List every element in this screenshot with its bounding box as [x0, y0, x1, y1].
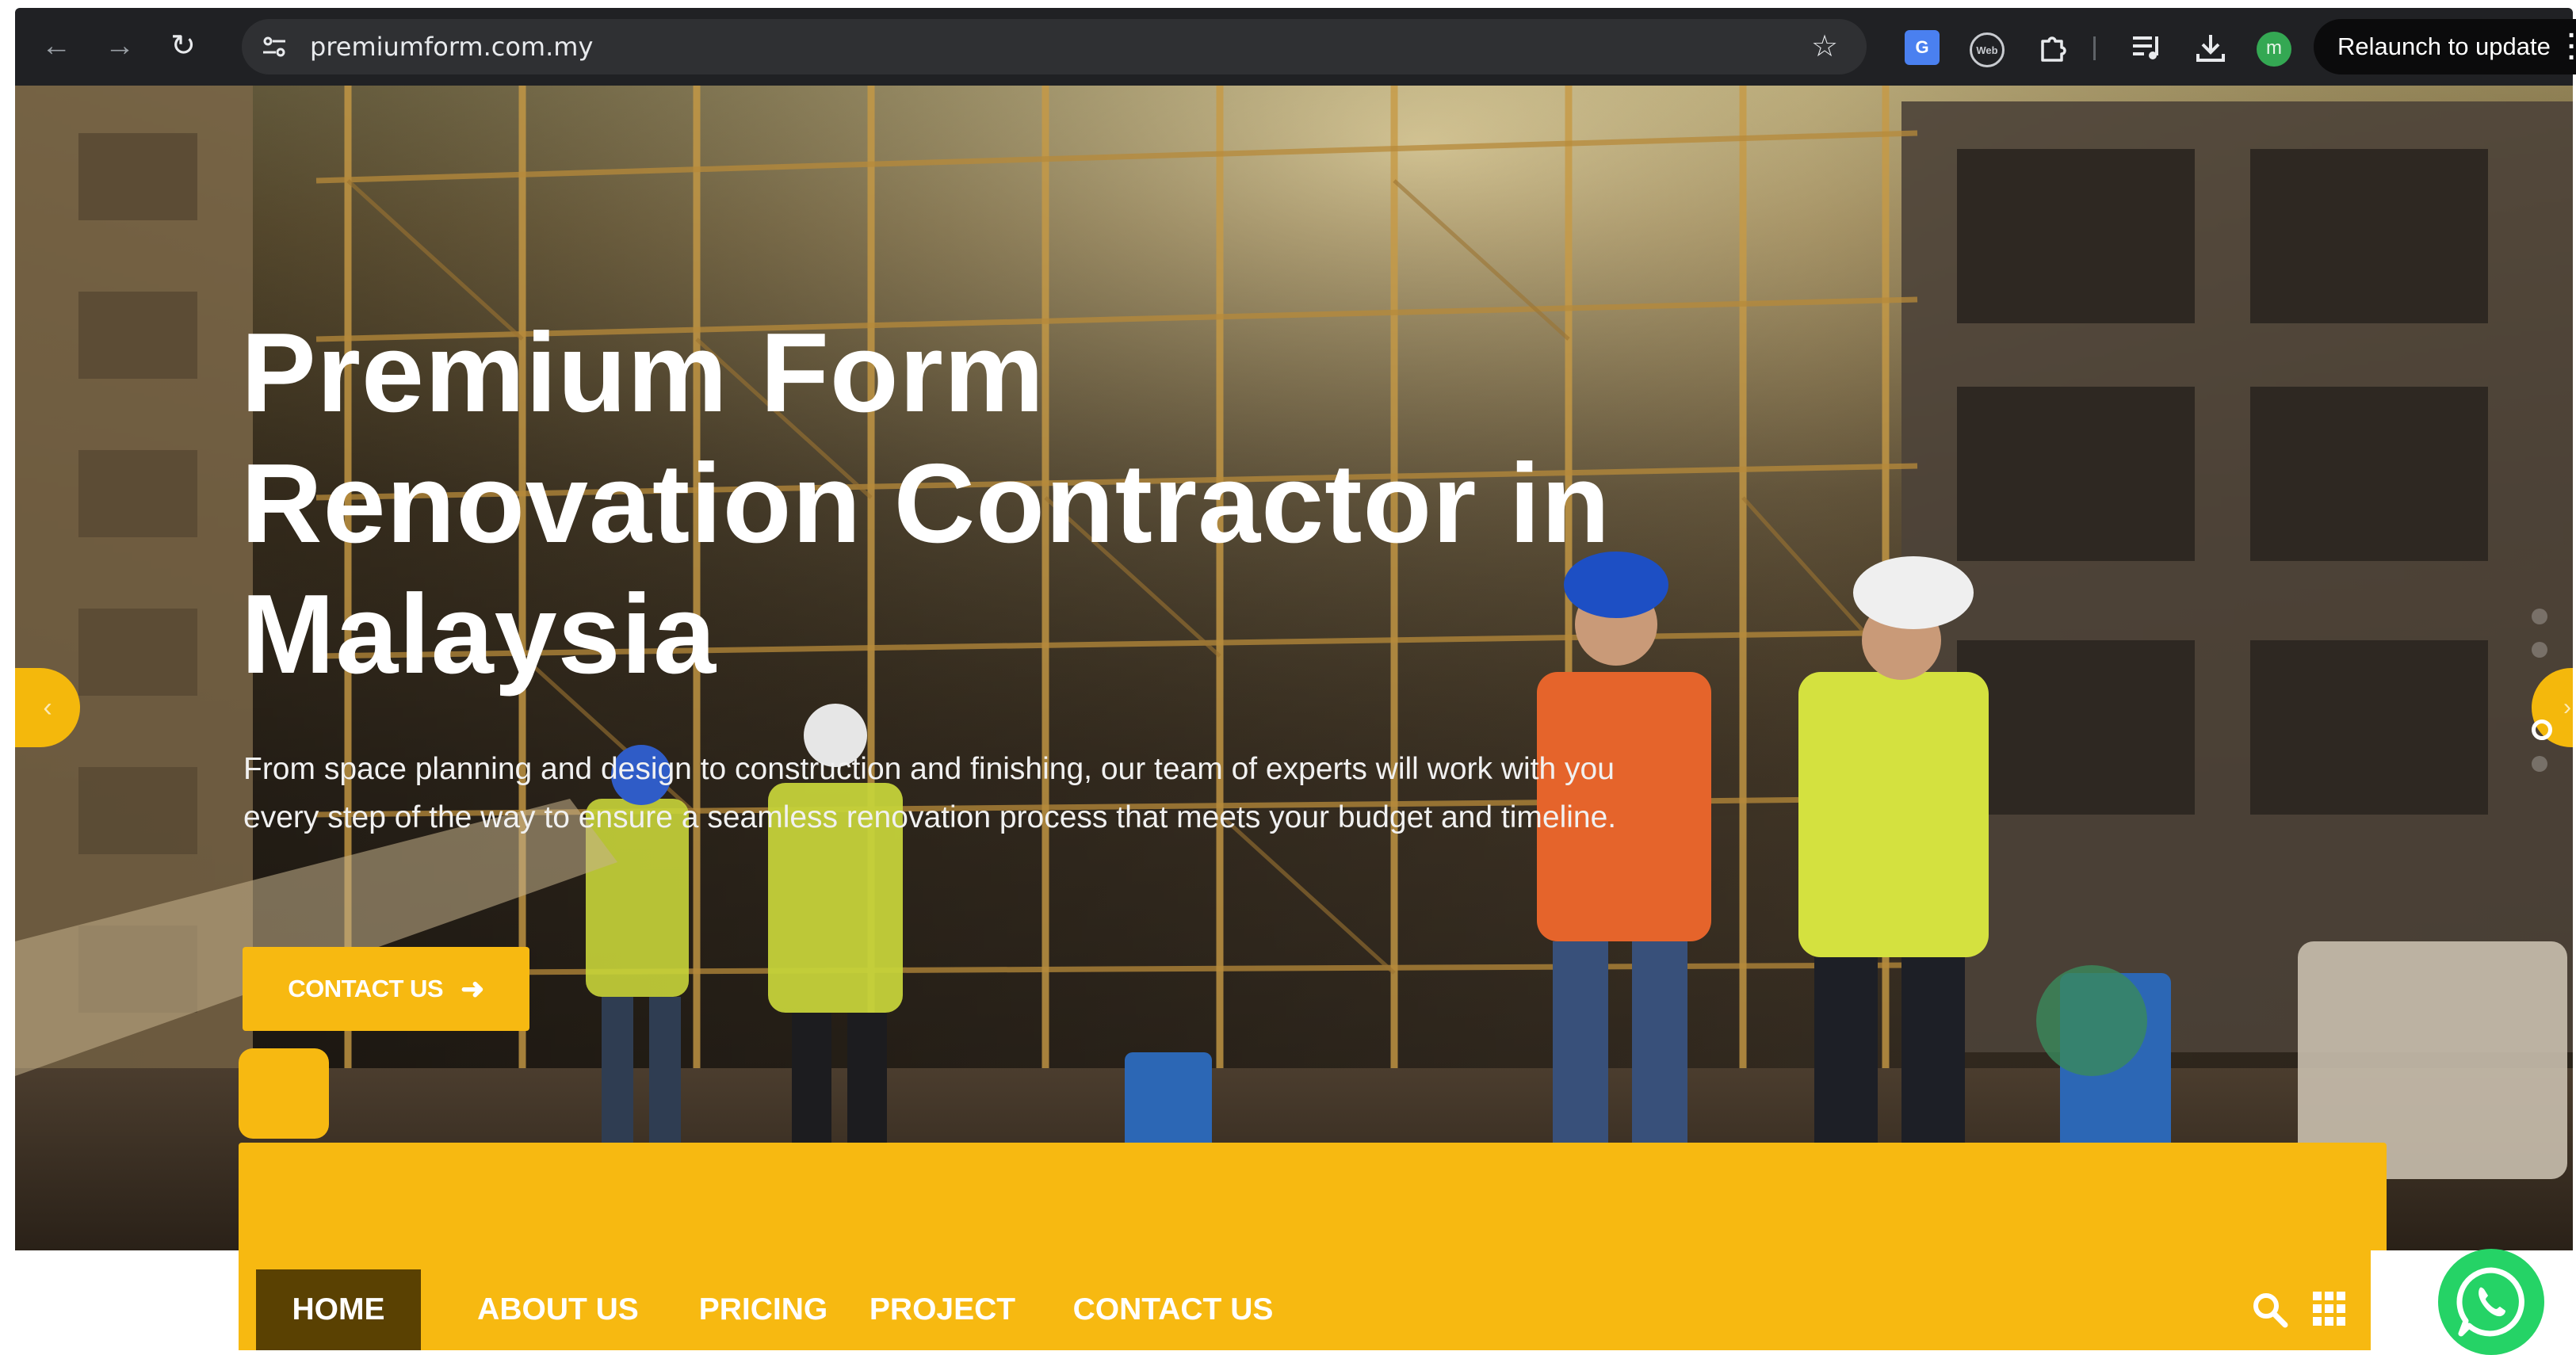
- extensions-puzzle-icon[interactable]: [2035, 30, 2070, 65]
- profile-avatar[interactable]: m: [2257, 32, 2291, 67]
- google-translate-extension-icon[interactable]: G: [1905, 30, 1940, 65]
- slide-dot-4[interactable]: [2532, 756, 2547, 772]
- nav-item-project[interactable]: PROJECT: [863, 1269, 1022, 1350]
- browser-toolbar: ← → ↻ premiumform.com.my ☆ G Web m Relau…: [15, 8, 2576, 86]
- contact-us-button-label: CONTACT US: [288, 975, 444, 1002]
- web-ext-label: Web: [1976, 44, 1998, 56]
- header-yellow-bar: [239, 1143, 2387, 1250]
- relaunch-label: Relaunch to update: [2337, 32, 2551, 60]
- hero-title-line-2: Renovation Contractor in: [241, 441, 1611, 567]
- hero-title-line-3: Malaysia: [241, 571, 717, 697]
- hero-title-line-1: Premium Form: [241, 310, 1045, 436]
- hero-title: Premium Form Renovation Contractor in Ma…: [241, 307, 1826, 700]
- nav-item-pricing[interactable]: PRICING: [692, 1269, 835, 1350]
- bookmark-star-icon[interactable]: ☆: [1805, 27, 1844, 67]
- nav-item-about-us[interactable]: ABOUT US: [453, 1269, 663, 1350]
- grid-menu-icon[interactable]: [2313, 1292, 2348, 1326]
- nav-item-contact-us[interactable]: CONTACT US: [1050, 1269, 1296, 1350]
- search-icon[interactable]: [2250, 1290, 2290, 1330]
- toolbar-divider: [2093, 36, 2096, 60]
- reload-icon[interactable]: ↻: [162, 25, 204, 67]
- hero-slider: Premium Form Renovation Contractor in Ma…: [15, 86, 2573, 1250]
- whatsapp-chat-button[interactable]: [2438, 1249, 2544, 1355]
- nav-item-home[interactable]: HOME: [256, 1269, 421, 1350]
- web-extension-icon[interactable]: Web: [1970, 32, 2005, 67]
- decorative-square: [239, 1048, 329, 1139]
- chevron-right-icon: ›: [2563, 694, 2571, 720]
- download-icon[interactable]: [2193, 30, 2228, 65]
- slide-dot-3[interactable]: [2532, 719, 2552, 740]
- window-frame: [0, 0, 2576, 8]
- address-bar[interactable]: premiumform.com.my ☆: [242, 19, 1867, 74]
- site-info-icon[interactable]: [256, 29, 292, 65]
- more-options-icon[interactable]: · · ·: [2563, 22, 2576, 71]
- main-navigation: HOME ABOUT US PRICING PROJECT CONTACT US: [239, 1250, 2371, 1350]
- forward-icon[interactable]: →: [99, 25, 140, 67]
- slide-dot-1[interactable]: [2532, 609, 2547, 624]
- hero-description: From space planning and design to constr…: [243, 752, 1617, 834]
- arrow-right-icon: ➜: [461, 972, 484, 1005]
- contact-us-button[interactable]: CONTACT US ➜: [243, 947, 529, 1031]
- back-icon[interactable]: ←: [36, 25, 77, 67]
- whatsapp-icon: [2456, 1267, 2524, 1337]
- relaunch-to-update-button[interactable]: Relaunch to update · · ·: [2314, 19, 2576, 74]
- translate-ext-label: G: [1915, 37, 1929, 57]
- url-text[interactable]: premiumform.com.my: [310, 19, 593, 74]
- media-playlist-icon[interactable]: [2130, 30, 2165, 65]
- slide-dot-2[interactable]: [2532, 642, 2547, 658]
- chevron-left-icon: ‹: [43, 692, 52, 723]
